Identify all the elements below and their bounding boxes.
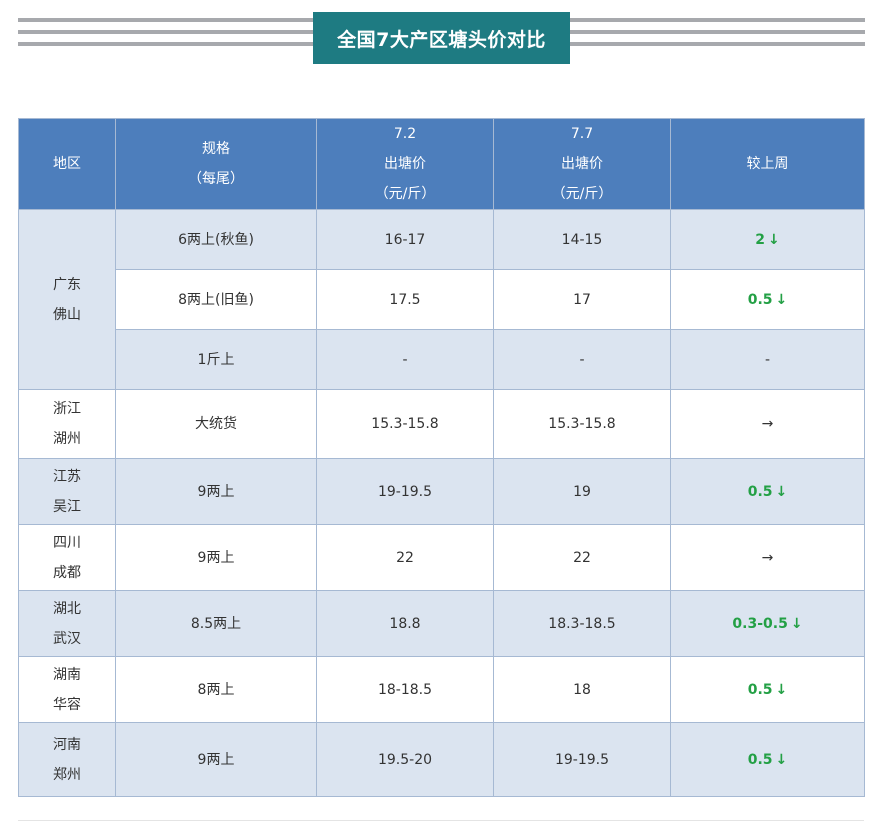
price-7-2-cell: 19.5-20 [316, 722, 494, 797]
region-cell: 四川 成都 [18, 524, 116, 591]
price-7-7-cell: 18.3-18.5 [493, 590, 671, 657]
price-7-7-cell: 19 [493, 458, 671, 525]
arrow-down-icon: ↓ [775, 291, 788, 308]
change-cell: 0.5 ↓ [670, 458, 865, 525]
price-7-7-cell: 17 [493, 269, 671, 330]
region-cell: 浙江 湖州 [18, 389, 116, 459]
arrow-right-icon: → [761, 416, 774, 432]
price-7-2-cell: 18.8 [316, 590, 494, 657]
table-row: 湖南 华容 8两上 18-18.5 18 0.5 ↓ [18, 656, 865, 723]
change-value: 0.5 [747, 483, 773, 500]
region-cell: 湖南 华容 [18, 656, 116, 723]
change-cell: → [670, 389, 865, 459]
header-price-7-2: 7.2 出塘价 （元/斤） [316, 118, 494, 210]
region-label: 湖北 [53, 600, 81, 617]
region-label: 吴江 [53, 498, 81, 515]
price-7-7-cell: - [493, 329, 671, 390]
price-7-7-cell: 14-15 [493, 209, 671, 270]
arrow-down-icon: ↓ [790, 615, 803, 632]
table-row: 河南 郑州 9两上 19.5-20 19-19.5 0.5 ↓ [18, 722, 865, 797]
divider [18, 820, 864, 821]
region-cell: 湖北 武汉 [18, 590, 116, 657]
region-label: 江苏 [53, 468, 81, 485]
title-banner: 全国7大产区塘头价对比 [18, 12, 865, 64]
spec-cell: 8两上 [115, 656, 317, 723]
region-label: 佛山 [53, 306, 81, 323]
table-body: 广东 佛山 6两上(秋鱼) 16-17 14-15 2 ↓ 8两上(旧鱼) 17.5 17 0.5 ↓… [18, 209, 865, 797]
change-cell: 0.3-0.5 ↓ [670, 590, 865, 657]
arrow-down-icon: ↓ [775, 751, 788, 768]
spec-cell: 8.5两上 [115, 590, 317, 657]
change-cell: → [670, 524, 865, 591]
header-price-7-7: 7.7 出塘价 （元/斤） [493, 118, 671, 210]
change-cell: 2 ↓ [670, 209, 865, 270]
price-7-2-cell: 15.3-15.8 [316, 389, 494, 459]
region-label: 浙江 [53, 401, 81, 417]
table-row: 江苏 吴江 9两上 19-19.5 19 0.5 ↓ [18, 458, 865, 525]
table-row: 广东 佛山 6两上(秋鱼) 16-17 14-15 2 ↓ [18, 209, 865, 390]
table-header-row: 地区 规格 （每尾） 7.2 出塘价 （元/斤） 7.7 出塘价 （元/斤） 较… [18, 118, 865, 210]
change-cell: 0.5 ↓ [670, 722, 865, 797]
arrow-right-icon: → [761, 549, 774, 566]
arrow-down-icon: ↓ [768, 231, 780, 248]
spec-cell: 8两上(旧鱼) [115, 269, 317, 330]
region-label: 成都 [53, 564, 81, 581]
header-region: 地区 [18, 118, 116, 210]
region-label: 郑州 [53, 766, 81, 783]
price-7-2-cell: 16-17 [316, 209, 494, 270]
spec-cell: 1斤上 [115, 329, 317, 390]
price-7-2-cell: 18-18.5 [316, 656, 494, 723]
region-label: 河南 [53, 736, 81, 753]
header-change: 较上周 [670, 118, 865, 210]
price-7-2-cell: 17.5 [316, 269, 494, 330]
change-value: 2 [755, 231, 765, 248]
header-spec: 规格 （每尾） [115, 118, 317, 210]
spec-cell: 9两上 [115, 524, 317, 591]
price-7-2-cell: 22 [316, 524, 494, 591]
region-label: 华容 [53, 696, 81, 713]
change-value: 0.3-0.5 [732, 615, 788, 632]
region-cell: 江苏 吴江 [18, 458, 116, 525]
spec-cell: 大统货 [115, 389, 317, 459]
page-title: 全国7大产区塘头价对比 [313, 12, 570, 64]
region-cell: 河南 郑州 [18, 722, 116, 797]
change-value: 0.5 [747, 681, 773, 698]
table-row: 1斤上 - - - [19, 329, 865, 390]
change-cell: 0.5 ↓ [670, 269, 865, 330]
price-7-2-cell: - [316, 329, 494, 390]
change-cell: - [670, 329, 865, 390]
price-7-7-cell: 18 [493, 656, 671, 723]
arrow-down-icon: ↓ [775, 483, 788, 500]
table-row: 8两上(旧鱼) 17.5 17 0.5 ↓ [19, 269, 865, 330]
change-value: 0.5 [747, 751, 773, 768]
spec-cell: 6两上(秋鱼) [115, 209, 317, 270]
region-label: 广东 [53, 276, 81, 293]
price-7-7-cell: 19-19.5 [493, 722, 671, 797]
price-table: 地区 规格 （每尾） 7.2 出塘价 （元/斤） 7.7 出塘价 （元/斤） 较… [18, 118, 865, 797]
spec-cell: 9两上 [115, 722, 317, 797]
price-7-7-cell: 22 [493, 524, 671, 591]
region-label: 四川 [53, 534, 81, 551]
price-7-7-cell: 15.3-15.8 [493, 389, 671, 459]
table-row: 湖北 武汉 8.5两上 18.8 18.3-18.5 0.3-0.5 ↓ [18, 590, 865, 657]
region-label: 武汉 [53, 630, 81, 647]
region-cell: 广东 佛山 [18, 209, 116, 390]
price-7-2-cell: 19-19.5 [316, 458, 494, 525]
spec-cell: 9两上 [115, 458, 317, 525]
region-label: 湖南 [53, 666, 81, 683]
change-value: - [764, 351, 771, 368]
region-label: 湖州 [53, 431, 81, 447]
table-row: 浙江 湖州 大统货 15.3-15.8 15.3-15.8 → [18, 389, 865, 459]
change-cell: 0.5 ↓ [670, 656, 865, 723]
change-value: 0.5 [747, 291, 773, 308]
table-row: 四川 成都 9两上 22 22 → [18, 524, 865, 591]
arrow-down-icon: ↓ [775, 681, 788, 698]
